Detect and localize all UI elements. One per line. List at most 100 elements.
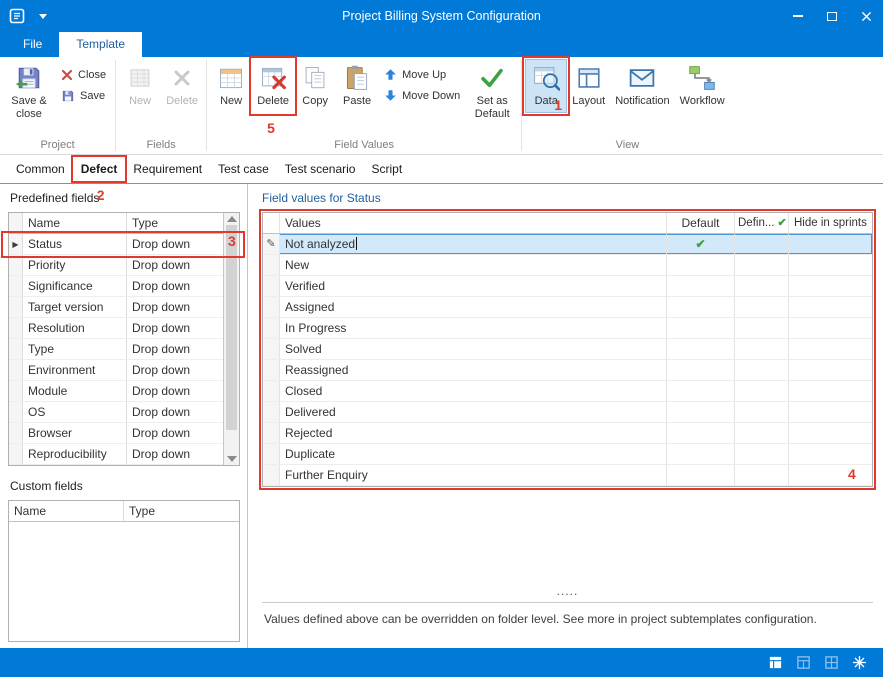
hide-in-sprints-cell[interactable]: [789, 360, 872, 380]
hide-in-sprints-cell[interactable]: [789, 381, 872, 401]
fieldvalues-new-button[interactable]: New: [210, 59, 252, 113]
column-header-defined[interactable]: Defin... ✔: [735, 213, 789, 233]
field-type-cell[interactable]: Drop down: [127, 402, 222, 422]
field-name-cell[interactable]: Module: [23, 381, 127, 401]
custom-column-header-type[interactable]: Type: [124, 501, 238, 521]
scroll-down-icon[interactable]: [227, 456, 237, 462]
field-type-cell[interactable]: Drop down: [127, 381, 222, 401]
tab-defect[interactable]: Defect: [73, 157, 126, 181]
field-value-row[interactable]: New: [263, 255, 872, 276]
close-button[interactable]: Close: [55, 64, 112, 85]
field-value-row[interactable]: Verified: [263, 276, 872, 297]
save-and-close-button[interactable]: Save & close: [3, 59, 55, 126]
column-header-name[interactable]: Name: [23, 213, 127, 233]
field-value-row[interactable]: Assigned: [263, 297, 872, 318]
defined-cell[interactable]: [735, 255, 789, 275]
predefined-field-row[interactable]: ReproducibilityDrop down: [9, 444, 239, 465]
field-value-row[interactable]: ✎Not analyzed✔: [263, 234, 872, 255]
status-customize-icon[interactable]: [852, 655, 867, 670]
copy-button[interactable]: Copy: [294, 59, 336, 113]
default-cell[interactable]: [667, 444, 735, 464]
value-cell[interactable]: Further Enquiry: [280, 465, 667, 485]
defined-cell[interactable]: [735, 234, 789, 254]
value-cell[interactable]: Delivered: [280, 402, 667, 422]
field-value-row[interactable]: Reassigned: [263, 360, 872, 381]
value-cell[interactable]: In Progress: [280, 318, 667, 338]
tab-script[interactable]: Script: [363, 157, 410, 181]
paste-button[interactable]: Paste: [336, 59, 378, 113]
field-name-cell[interactable]: Target version: [23, 297, 127, 317]
hide-in-sprints-cell[interactable]: [789, 255, 872, 275]
scroll-up-icon[interactable]: [227, 216, 237, 222]
value-cell[interactable]: Closed: [280, 381, 667, 401]
field-type-cell[interactable]: Drop down: [127, 255, 222, 275]
field-type-cell[interactable]: Drop down: [127, 234, 222, 254]
field-value-row[interactable]: Rejected: [263, 423, 872, 444]
defined-cell[interactable]: [735, 318, 789, 338]
defined-cell[interactable]: [735, 465, 789, 485]
field-type-cell[interactable]: Drop down: [127, 276, 222, 296]
column-header-type[interactable]: Type: [127, 213, 222, 233]
default-cell[interactable]: [667, 297, 735, 317]
predefined-field-row[interactable]: SignificanceDrop down: [9, 276, 239, 297]
field-value-row[interactable]: Further Enquiry: [263, 465, 872, 486]
window-maximize-button[interactable]: [815, 0, 849, 32]
field-type-cell[interactable]: Drop down: [127, 423, 222, 443]
field-name-cell[interactable]: Status: [23, 234, 127, 254]
field-value-row[interactable]: In Progress: [263, 318, 872, 339]
set-as-default-button[interactable]: Set as Default: [466, 59, 518, 126]
splitter-handle[interactable]: .....: [262, 584, 873, 598]
default-cell[interactable]: [667, 255, 735, 275]
tab-requirement[interactable]: Requirement: [125, 157, 210, 181]
defined-cell[interactable]: [735, 381, 789, 401]
view-data-button[interactable]: Data: [525, 59, 567, 113]
defined-cell[interactable]: [735, 297, 789, 317]
default-check-icon[interactable]: ✔: [667, 234, 735, 254]
field-type-cell[interactable]: Drop down: [127, 444, 222, 464]
custom-column-header-name[interactable]: Name: [9, 501, 124, 521]
field-type-cell[interactable]: Drop down: [127, 339, 222, 359]
default-cell[interactable]: [667, 339, 735, 359]
predefined-field-row[interactable]: EnvironmentDrop down: [9, 360, 239, 381]
status-grid-icon[interactable]: [796, 655, 811, 670]
hide-in-sprints-cell[interactable]: [789, 465, 872, 485]
value-cell[interactable]: Duplicate: [280, 444, 667, 464]
field-type-cell[interactable]: Drop down: [127, 360, 222, 380]
hide-in-sprints-cell[interactable]: [789, 318, 872, 338]
hide-in-sprints-cell[interactable]: [789, 234, 872, 254]
move-down-button[interactable]: Move Down: [378, 85, 466, 106]
defined-cell[interactable]: [735, 444, 789, 464]
default-cell[interactable]: [667, 381, 735, 401]
hide-in-sprints-cell[interactable]: [789, 339, 872, 359]
quick-access-chevron-icon[interactable]: [39, 14, 47, 19]
default-cell[interactable]: [667, 423, 735, 443]
field-name-cell[interactable]: Priority: [23, 255, 127, 275]
defined-cell[interactable]: [735, 276, 789, 296]
field-value-row[interactable]: Solved: [263, 339, 872, 360]
move-up-button[interactable]: Move Up: [378, 64, 466, 85]
hide-in-sprints-cell[interactable]: [789, 402, 872, 422]
value-cell[interactable]: Rejected: [280, 423, 667, 443]
predefined-row-status[interactable]: ▶StatusDrop down: [9, 234, 239, 255]
field-name-cell[interactable]: Environment: [23, 360, 127, 380]
view-notification-button[interactable]: Notification: [610, 59, 674, 113]
ribbon-tab-file[interactable]: File: [6, 32, 59, 57]
predefined-field-row[interactable]: ModuleDrop down: [9, 381, 239, 402]
value-cell[interactable]: Assigned: [280, 297, 667, 317]
default-cell[interactable]: [667, 402, 735, 422]
save-button[interactable]: Save: [55, 85, 112, 106]
field-value-row[interactable]: Delivered: [263, 402, 872, 423]
column-header-values[interactable]: Values: [280, 213, 667, 233]
predefined-field-row[interactable]: OSDrop down: [9, 402, 239, 423]
scrollbar-thumb[interactable]: [226, 225, 237, 430]
field-name-cell[interactable]: Type: [23, 339, 127, 359]
ribbon-tab-template[interactable]: Template: [59, 32, 142, 57]
window-close-button[interactable]: [849, 0, 883, 32]
defined-cell[interactable]: [735, 423, 789, 443]
value-cell[interactable]: Reassigned: [280, 360, 667, 380]
field-name-cell[interactable]: Browser: [23, 423, 127, 443]
fields-new-button[interactable]: New: [119, 59, 161, 113]
value-cell[interactable]: Solved: [280, 339, 667, 359]
hide-in-sprints-cell[interactable]: [789, 423, 872, 443]
field-name-cell[interactable]: Significance: [23, 276, 127, 296]
